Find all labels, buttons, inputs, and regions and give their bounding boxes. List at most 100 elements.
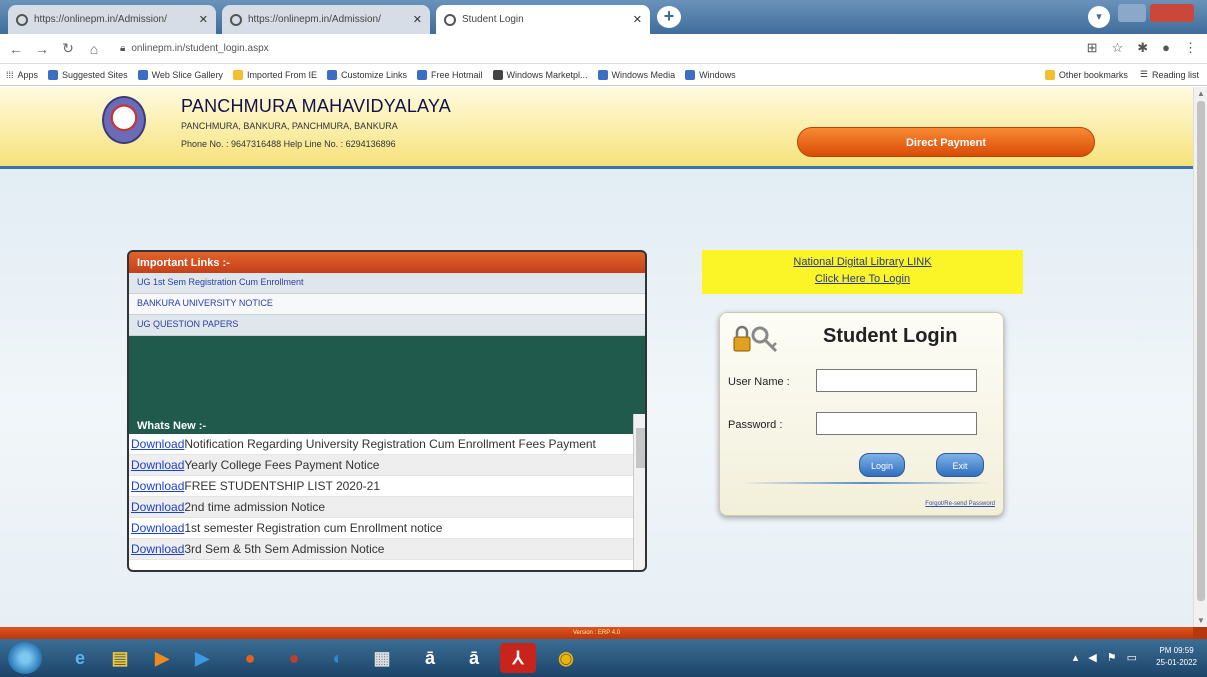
clock[interactable]: PM 09:59 25-01-2022 [1156, 645, 1197, 669]
scroll-down-icon[interactable]: ▼ [1197, 616, 1205, 625]
bookmark-label: Web Slice Gallery [151, 69, 223, 80]
avatar[interactable]: ● [1162, 40, 1170, 56]
folder-icon [1044, 69, 1055, 80]
media-icon[interactable]: ▶ [144, 643, 180, 673]
news-text: Yearly College Fees Payment Notice [184, 458, 380, 472]
download-link[interactable]: Download [131, 542, 184, 556]
chrome-icon[interactable]: ◉ [548, 643, 584, 673]
download-link[interactable]: Download [131, 521, 184, 535]
download-link[interactable]: Download [131, 500, 184, 514]
username-label: User Name : [728, 376, 790, 388]
tab-title: https://onlinepm.in/Admission/ [34, 14, 167, 25]
app-icon[interactable]: ● [276, 643, 312, 673]
translate-icon[interactable]: ⊞ [1087, 40, 1098, 56]
important-link[interactable]: BANKURA UNIVERSITY NOTICE [129, 294, 645, 315]
volume-icon[interactable]: ◀ [1088, 651, 1096, 664]
forward-icon[interactable]: → [32, 41, 52, 57]
exit-button[interactable]: Exit [936, 453, 984, 477]
browser-tab-strip: https://onlinepm.in/Admission/ ✕ https:/… [0, 0, 1207, 34]
bookmark-web-slice[interactable]: Web Slice Gallery [137, 69, 223, 80]
bookmark-apps[interactable]: ⁞⁞⁞ Apps [6, 70, 38, 80]
internet-explorer-icon[interactable]: e [62, 643, 98, 673]
scrollbar-thumb[interactable] [1197, 101, 1205, 601]
ndl-box: National Digital Library LINK Click Here… [702, 250, 1023, 294]
important-link[interactable]: UG QUESTION PAPERS [129, 315, 645, 336]
login-button[interactable]: Login [859, 453, 905, 477]
close-tab-icon[interactable]: ✕ [413, 13, 422, 26]
password-input[interactable] [816, 412, 977, 435]
browser-tab-2[interactable]: https://onlinepm.in/Admission/ ✕ [222, 5, 430, 34]
college-name: PANCHMURA MAHAVIDYALAYA [181, 96, 451, 116]
scrollbar-thumb[interactable] [636, 428, 645, 468]
page-scrollbar[interactable]: ▲ ▼ [1193, 87, 1207, 627]
important-link[interactable]: UG 1st Sem Registration Cum Enrollment [129, 273, 645, 294]
bookmark-favicon-icon [492, 69, 503, 80]
username-input[interactable] [816, 369, 977, 392]
news-text: 1st semester Registration cum Enrollment… [184, 521, 443, 535]
bookmarks-right: Other bookmarks ☰ Reading list [1044, 69, 1199, 80]
globe-icon [230, 13, 242, 26]
bookmark-suggested-sites[interactable]: Suggested Sites [48, 69, 128, 80]
close-tab-icon[interactable]: ✕ [199, 13, 208, 26]
ndl-login-link[interactable]: Click Here To Login [702, 273, 1023, 285]
profile-icon[interactable]: ▾ [1088, 6, 1110, 28]
chart-app-icon[interactable]: ◐ [320, 643, 356, 673]
browser-tab-1[interactable]: https://onlinepm.in/Admission/ ✕ [8, 5, 216, 34]
acrobat-icon[interactable]: ⅄ [500, 643, 536, 673]
browser-tab-3[interactable]: Student Login ✕ [436, 5, 650, 34]
bookmark-media[interactable]: Windows Media [597, 69, 676, 80]
window-close-button[interactable] [1150, 4, 1194, 22]
star-icon[interactable]: ☆ [1112, 40, 1124, 56]
url-field[interactable]: 🔒︎ onlinepm.in/student_login.aspx [120, 43, 269, 54]
whats-new-scrollbar[interactable] [633, 414, 645, 570]
system-tray: ▴ ◀ ⚑ ▭ [1073, 651, 1137, 664]
bookmark-windows[interactable]: Windows [685, 69, 736, 80]
new-tab-button[interactable]: + [657, 6, 681, 28]
bookmark-label: Reading list [1151, 69, 1199, 80]
bookmark-favicon-icon [685, 69, 696, 80]
bookmark-customize[interactable]: Customize Links [326, 69, 407, 80]
student-login-box: Student Login User Name : Password : Log… [719, 312, 1004, 516]
notepad-icon[interactable]: ▦ [364, 643, 400, 673]
bookmark-reading-list[interactable]: ☰ Reading list [1140, 69, 1199, 80]
important-links-heading: Important Links :- [129, 252, 645, 273]
extensions-icon[interactable]: ✱ [1137, 40, 1148, 56]
bookmark-hotmail[interactable]: Free Hotmail [417, 69, 483, 80]
page-content: PANCHMURA MAHAVIDYALAYA PANCHMURA, BANKU… [0, 87, 1193, 627]
tray-arrow-icon[interactable]: ▴ [1073, 651, 1079, 664]
network-icon[interactable]: ▭ [1127, 651, 1137, 664]
bookmark-imported[interactable]: Imported From IE [232, 69, 317, 80]
firefox-icon[interactable]: ● [232, 643, 268, 673]
file-explorer-icon[interactable]: ▤ [102, 643, 138, 673]
address-bar-actions: ⊞ ☆ ✱ ● ⋮ [1087, 40, 1197, 56]
list-item: Download3rd Sem & 5th Sem Admission Noti… [129, 539, 633, 560]
login-title: Student Login [823, 325, 958, 347]
reload-icon[interactable]: ↻ [58, 40, 78, 57]
direct-payment-button[interactable]: Direct Payment [797, 127, 1095, 157]
bookmark-marketplace[interactable]: Windows Marketpl... [492, 69, 588, 80]
flag-icon[interactable]: ⚑ [1107, 651, 1117, 664]
forgot-password-link[interactable]: Forgot/Re-send Password [925, 501, 995, 507]
bookmark-favicon-icon [597, 69, 608, 80]
url-text: onlinepm.in/student_login.aspx [131, 43, 269, 54]
home-icon[interactable]: ⌂ [84, 41, 104, 57]
window-app-icon[interactable]: ā [456, 643, 492, 673]
bookmark-other[interactable]: Other bookmarks [1044, 69, 1128, 80]
scroll-up-icon[interactable]: ▲ [1197, 89, 1205, 98]
start-button[interactable] [8, 642, 42, 674]
folder-icon [232, 69, 243, 80]
menu-icon[interactable]: ⋮ [1184, 40, 1197, 56]
close-tab-icon[interactable]: ✕ [633, 13, 642, 26]
bookmark-label: Windows Media [611, 69, 676, 80]
download-link[interactable]: Download [131, 437, 184, 451]
download-link[interactable]: Download [131, 479, 184, 493]
media-player-icon[interactable]: ▶ [184, 643, 220, 673]
back-icon[interactable]: ← [6, 41, 26, 57]
minimize-button[interactable] [1118, 4, 1146, 22]
tab-title: https://onlinepm.in/Admission/ [248, 14, 381, 25]
bookmark-label: Suggested Sites [62, 69, 128, 80]
window-app-icon[interactable]: ā [412, 643, 448, 673]
download-link[interactable]: Download [131, 458, 184, 472]
ndl-link[interactable]: National Digital Library LINK [702, 256, 1023, 268]
footer-corner [1193, 627, 1207, 639]
